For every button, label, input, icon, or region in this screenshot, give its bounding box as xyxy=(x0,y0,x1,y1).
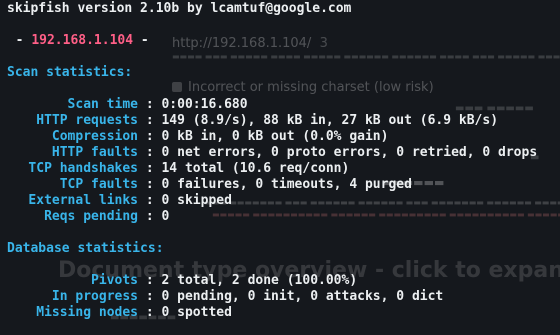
stat-value: 0 spotted xyxy=(161,305,232,320)
db-stat-row: In progress : 0 pending, 0 init, 0 attac… xyxy=(0,289,443,305)
stat-label: Reqs pending xyxy=(44,209,138,224)
stat-label: HTTP requests xyxy=(36,113,138,128)
stat-label: TCP faults xyxy=(59,177,138,192)
banner-line: skipfish version 2.10b by lcamtuf@google… xyxy=(7,1,352,16)
stat-row: HTTP requests : 149 (8.9/s), 88 kB in, 2… xyxy=(0,113,498,129)
stat-value: 149 (8.9/s), 88 kB in, 27 kB out (6.9 kB… xyxy=(161,113,499,128)
target-ip: 192.168.1.104 xyxy=(31,33,134,48)
stat-label: TCP handshakes xyxy=(28,161,138,176)
target-prefix: - xyxy=(0,33,32,48)
stat-label: In progress xyxy=(51,289,138,304)
stat-value: 0 net errors, 0 proto errors, 0 retried,… xyxy=(161,145,538,160)
stat-value: 0 failures, 0 timeouts, 4 purged xyxy=(161,177,412,192)
stat-value: 0 kB in, 0 kB out (0.0% gain) xyxy=(161,129,389,144)
stat-label: Scan time xyxy=(67,97,138,112)
stat-value: 0 skipped xyxy=(161,193,232,208)
stat-row: Scan time : 0:00:16.680 xyxy=(0,97,248,113)
stat-value: 0 pending, 0 init, 0 attacks, 0 dict xyxy=(161,289,444,304)
stat-label: Compression xyxy=(51,129,138,144)
stat-label: Missing nodes xyxy=(36,305,138,320)
scan-stats-heading: Scan statistics: xyxy=(7,65,133,80)
stat-row: Compression : 0 kB in, 0 kB out (0.0% ga… xyxy=(0,129,389,145)
stat-value: 14 total (10.6 req/conn) xyxy=(161,161,350,176)
db-stat-row: Missing nodes : 0 spotted xyxy=(0,305,232,321)
stat-value: 0 xyxy=(161,209,170,224)
stat-label: Pivots xyxy=(91,273,138,288)
stat-row: Reqs pending : 0 xyxy=(0,209,169,225)
db-stat-row: Pivots : 2 total, 2 done (100.00%) xyxy=(0,273,357,289)
target-line: - 192.168.1.104 - xyxy=(0,33,149,49)
stat-value: 2 total, 2 done (100.00%) xyxy=(161,273,358,288)
stat-row: External links : 0 skipped xyxy=(0,193,232,209)
stat-row: TCP handshakes : 14 total (10.6 req/conn… xyxy=(0,161,349,177)
stat-row: TCP faults : 0 failures, 0 timeouts, 4 p… xyxy=(0,177,412,193)
stat-row: HTTP faults : 0 net errors, 0 proto erro… xyxy=(0,145,537,161)
terminal-output: skipfish version 2.10b by lcamtuf@google… xyxy=(0,0,560,335)
stat-label: HTTP faults xyxy=(51,145,138,160)
stat-label: External links xyxy=(28,193,138,208)
stat-value: 0:00:16.680 xyxy=(161,97,248,112)
target-suffix: - xyxy=(133,33,149,48)
db-stats-heading: Database statistics: xyxy=(7,241,164,256)
